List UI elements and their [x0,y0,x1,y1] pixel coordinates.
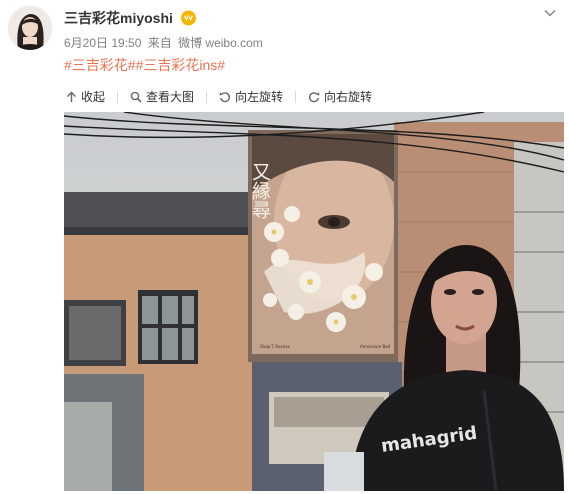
rotate-left-label: 向左旋转 [235,90,284,104]
street-photo: 又縁尋 Shop 5 Xxxxxx Amnesium Ball mahagrid [64,112,564,491]
post-time[interactable]: 6月20日 19:50 [64,36,141,50]
view-large-label: 查看大图 [146,90,195,104]
avatar[interactable] [8,6,52,50]
rotate-left-icon [219,91,231,102]
magnifier-icon [130,91,142,103]
username[interactable]: 三吉彩花miyoshi [64,8,173,28]
view-large-button[interactable]: 查看大图 [128,86,196,107]
topic-tag[interactable]: #三吉彩花ins# [136,57,225,73]
divider [295,90,297,103]
avatar-image [8,6,52,50]
post-tags: #三吉彩花##三吉彩花ins# [64,55,225,75]
collapse-label: 收起 [81,90,106,104]
rotate-left-button[interactable]: 向左旋转 [217,86,285,107]
arrow-up-icon [67,91,76,102]
divider [117,90,119,103]
poster-caption-left: Shop 5 Xxxxxx [260,344,290,349]
poster-caption-right: Amnesium Ball [360,344,390,349]
divider [206,90,208,103]
post-photo[interactable]: 又縁尋 Shop 5 Xxxxxx Amnesium Ball mahagrid [64,112,564,491]
image-toolbar: 收起 查看大图 向左旋转 向右旋转 [64,86,374,107]
poster-title: 又縁尋 [249,162,271,219]
topic-tag[interactable]: #三吉彩花# [64,57,136,73]
source-link[interactable]: 微博 weibo.com [178,36,263,50]
post-meta: 6月20日 19:50 来自 微博 weibo.com [64,34,266,51]
vip-badge-icon[interactable] [180,10,197,26]
rotate-right-label: 向右旋转 [324,90,373,104]
rotate-right-icon [309,91,320,102]
chevron-down-icon[interactable] [543,6,557,20]
source-prefix: 来自 [147,36,172,50]
collapse-button[interactable]: 收起 [64,86,107,107]
rotate-right-button[interactable]: 向右旋转 [306,86,374,107]
